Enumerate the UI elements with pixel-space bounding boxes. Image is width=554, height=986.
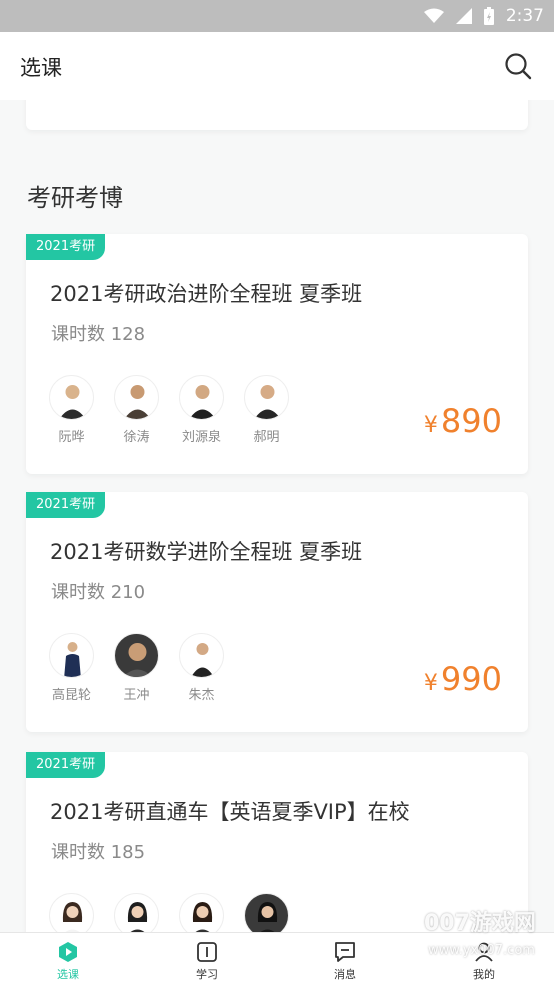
course-tag: 2021考研 xyxy=(26,492,106,518)
teacher-avatar xyxy=(49,375,94,420)
teacher-name: 阮晔 xyxy=(58,430,85,445)
course-hours: 课时数 128 xyxy=(51,324,146,345)
course-card[interactable]: 2021考研 2021考研政治进阶全程班 夏季班 课时数 128 阮晔 徐涛 刘… xyxy=(26,234,528,474)
course-hours: 课时数 185 xyxy=(51,842,146,863)
teacher-name: 郝明 xyxy=(253,430,280,445)
teacher xyxy=(244,893,289,932)
teacher-list xyxy=(49,893,289,932)
wifi-icon xyxy=(423,8,444,23)
app-header: 选课 xyxy=(0,32,554,100)
course-tag: 2021考研 xyxy=(26,234,106,260)
course-title: 2021考研直通车【英语夏季VIP】在校 xyxy=(50,800,410,824)
nav-label: 选课 xyxy=(57,968,79,981)
teacher-name: 朱杰 xyxy=(188,688,215,703)
previous-course-card[interactable] xyxy=(26,100,528,130)
course-hours: 课时数 210 xyxy=(51,582,146,603)
teacher-list: 高昆轮 王冲 朱杰 xyxy=(49,633,224,703)
course-price: ¥990 xyxy=(424,660,502,698)
teacher: 徐涛 xyxy=(114,375,159,445)
price-value: 990 xyxy=(440,660,502,698)
teacher-avatar xyxy=(179,375,224,420)
teacher: 王冲 xyxy=(114,633,159,703)
message-icon xyxy=(335,942,355,962)
course-title: 2021考研政治进阶全程班 夏季班 xyxy=(50,282,363,306)
teacher-avatar xyxy=(179,633,224,678)
teacher: 刘源泉 xyxy=(179,375,224,445)
search-icon[interactable] xyxy=(504,52,532,80)
watermark-logo-text: 007游戏网 xyxy=(424,911,536,936)
teacher: 阮晔 xyxy=(49,375,94,445)
teacher xyxy=(114,893,159,932)
status-icons: 2:37 xyxy=(423,0,544,32)
battery-icon xyxy=(483,7,494,25)
section-title: 考研考博 xyxy=(27,184,123,212)
price-symbol: ¥ xyxy=(423,413,438,438)
watermark-url: www.yx007.com xyxy=(428,943,535,958)
teacher: 高昆轮 xyxy=(49,633,94,703)
price-value: 890 xyxy=(440,402,502,440)
teacher: 郝明 xyxy=(244,375,289,445)
teacher-avatar xyxy=(114,893,159,932)
status-bar: 2:37 xyxy=(0,0,554,32)
watermark: 007游戏网 www.yx007.com xyxy=(424,905,554,985)
teacher-avatar xyxy=(49,893,94,932)
teacher xyxy=(179,893,224,932)
teacher-avatar xyxy=(179,893,224,932)
course-tag: 2021考研 xyxy=(26,752,106,778)
signal-icon xyxy=(455,8,472,24)
course-title: 2021考研数学进阶全程班 夏季班 xyxy=(50,540,363,564)
book-icon xyxy=(197,942,217,962)
teacher-avatar xyxy=(244,375,289,420)
nav-label: 消息 xyxy=(334,968,356,981)
teacher-avatar xyxy=(244,893,289,932)
nav-item-course[interactable]: 选课 xyxy=(28,933,108,986)
nav-item-messages[interactable]: 消息 xyxy=(305,933,385,986)
nav-item-study[interactable]: 学习 xyxy=(167,933,247,986)
teacher-list: 阮晔 徐涛 刘源泉 郝明 xyxy=(49,375,289,445)
course-price: ¥890 xyxy=(424,402,502,440)
course-card[interactable]: 2021考研 2021考研数学进阶全程班 夏季班 课时数 210 高昆轮 王冲 … xyxy=(26,492,528,732)
status-time: 2:37 xyxy=(505,6,544,26)
teacher-name: 高昆轮 xyxy=(51,688,91,703)
teacher-avatar xyxy=(114,375,159,420)
teacher-name: 王冲 xyxy=(123,688,150,703)
nav-label: 学习 xyxy=(196,968,218,981)
teacher xyxy=(49,893,94,932)
teacher-avatar xyxy=(114,633,159,678)
teacher: 朱杰 xyxy=(179,633,224,703)
play-icon xyxy=(59,942,77,962)
course-list[interactable]: 考研考博 2021考研 2021考研政治进阶全程班 夏季班 课时数 128 阮晔… xyxy=(0,100,554,932)
price-symbol: ¥ xyxy=(423,671,438,696)
teacher-name: 刘源泉 xyxy=(181,430,221,445)
page-title: 选课 xyxy=(20,56,62,80)
teacher-avatar xyxy=(49,633,94,678)
teacher-name: 徐涛 xyxy=(123,430,150,445)
